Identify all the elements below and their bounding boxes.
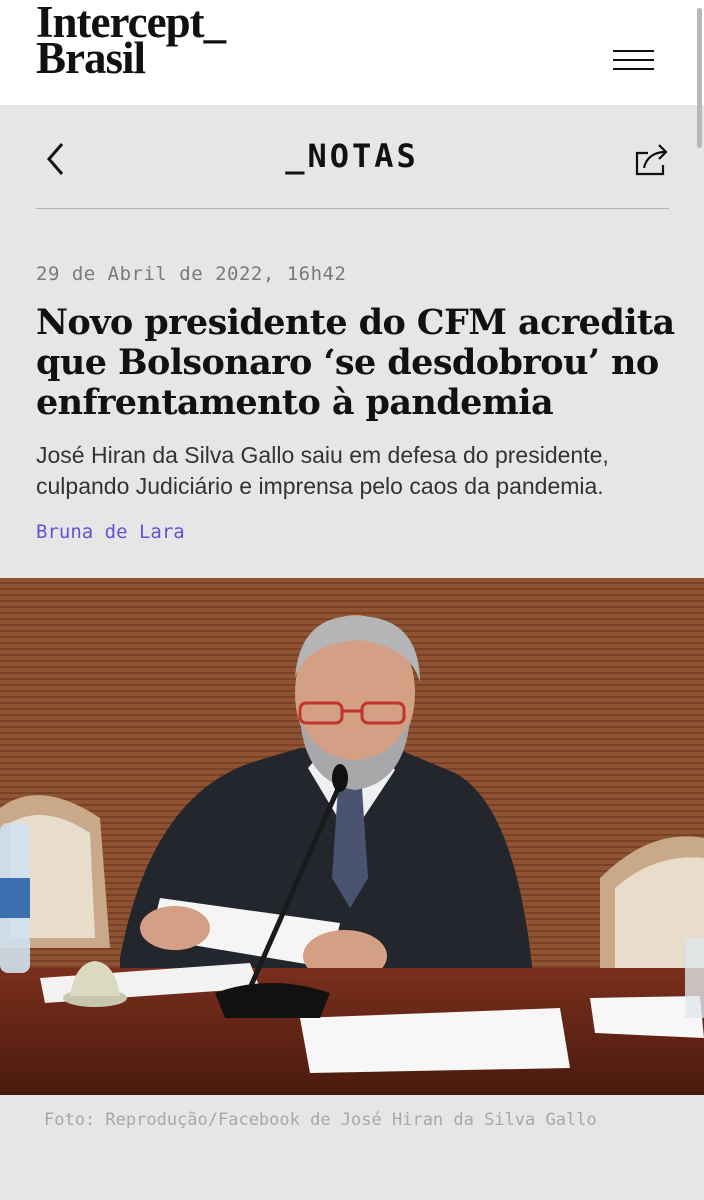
site-logo[interactable]: Intercept_ Brasil: [36, 0, 226, 81]
article-photo: [0, 578, 704, 1095]
article-subtitle: José Hiran da Silva Gallo saiu em defesa…: [36, 442, 609, 499]
article-headline: Novo presidente do CFM acredita que Bols…: [36, 302, 675, 423]
article-date: 29 de Abril de 2022, 16h42: [36, 263, 347, 285]
photo-caption: Foto: Reprodução/Facebook de José Hiran …: [44, 1110, 597, 1130]
site-header: Intercept_ Brasil: [0, 0, 704, 105]
scrollbar[interactable]: [697, 8, 702, 148]
author-link[interactable]: Bruna de Lara: [36, 521, 185, 543]
next-paragraph-fragment: [36, 1188, 676, 1200]
section-title: _NOTAS: [285, 137, 419, 175]
share-button[interactable]: [632, 140, 672, 180]
share-icon: [635, 144, 668, 176]
hamburger-menu-icon[interactable]: [613, 50, 655, 74]
section-divider: [36, 208, 669, 209]
